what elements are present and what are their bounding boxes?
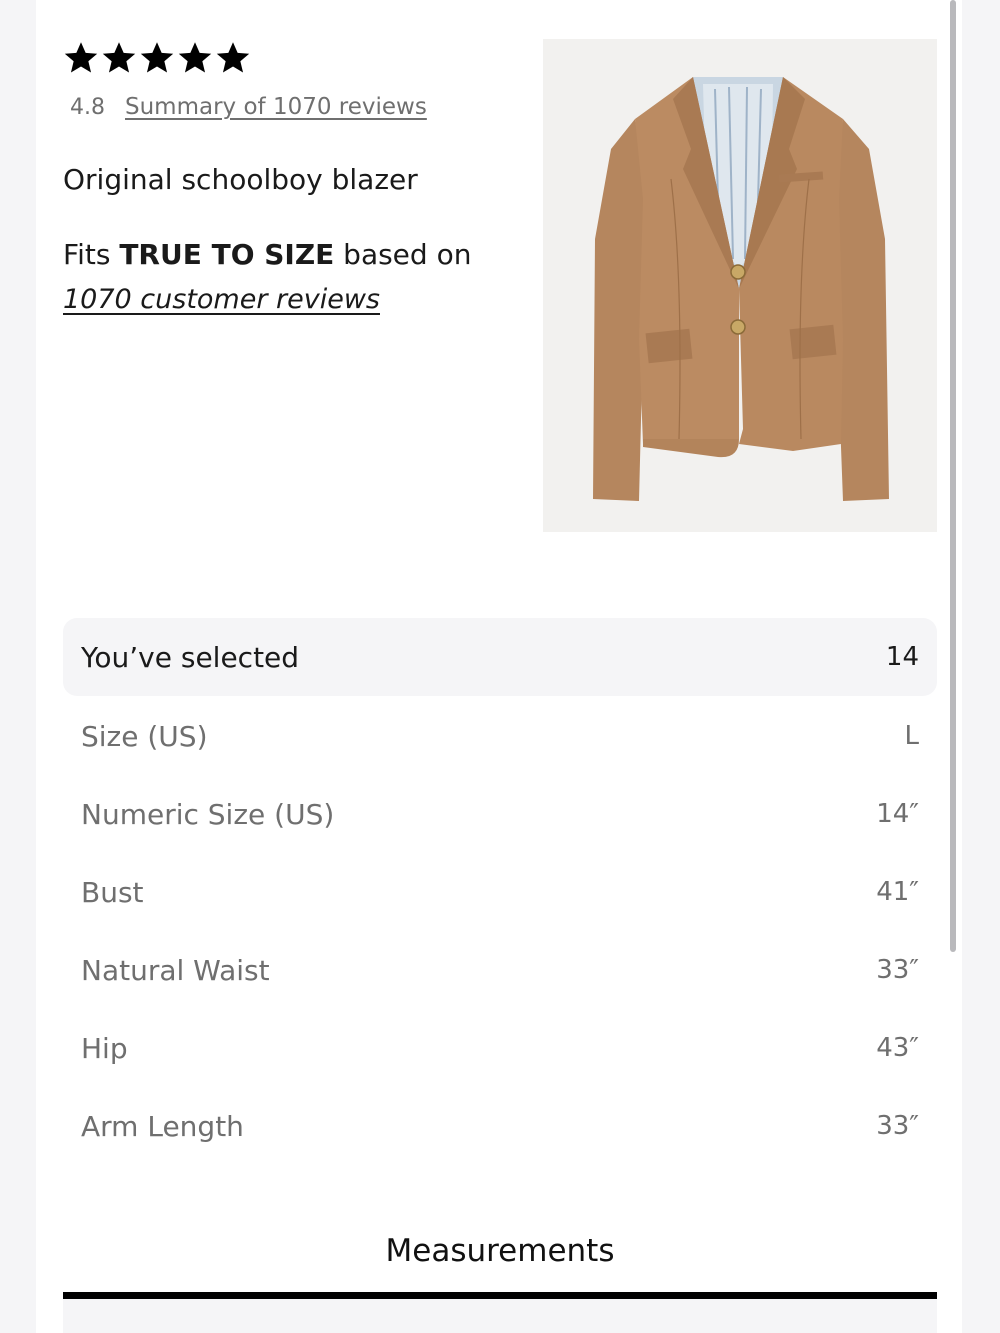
product-name: Original schoolboy blazer — [63, 163, 418, 196]
reviews-summary-link[interactable]: Summary of 1070 reviews — [125, 94, 427, 120]
selected-size-value: 14 — [885, 642, 919, 672]
size-chart-value: 33″ — [876, 955, 919, 985]
size-chart-value: 43″ — [876, 1033, 919, 1063]
fit-prefix: Fits — [63, 238, 120, 271]
size-chart-label: Arm Length — [81, 1109, 244, 1143]
rating-value: 4.8 — [70, 95, 105, 120]
star-icon — [140, 42, 174, 73]
star-rating — [63, 40, 251, 76]
size-chart-row: Numeric Size (US) 14″ — [63, 784, 937, 844]
size-chart-row: Bust 41″ — [63, 862, 937, 922]
fit-suffix: based on — [334, 238, 472, 271]
star-icon — [216, 42, 250, 73]
fit-summary: Fits TRUE TO SIZE based on — [63, 238, 471, 271]
customer-reviews-link[interactable]: 1070 customer reviews — [63, 284, 380, 315]
size-chart-value: 14″ — [876, 799, 919, 829]
fit-emphasis: TRUE TO SIZE — [119, 238, 335, 271]
size-chart-row: Size (US) L — [63, 706, 937, 766]
size-chart-value: 41″ — [876, 877, 919, 907]
scrollbar[interactable] — [950, 0, 956, 1333]
selected-size-row: You’ve selected 14 — [63, 618, 937, 696]
scrollbar-thumb[interactable] — [950, 0, 956, 952]
size-chart-label: Numeric Size (US) — [81, 797, 335, 831]
tab-measurements[interactable]: Measurements — [63, 1233, 937, 1269]
size-chart-value: L — [904, 721, 920, 751]
size-chart-label: Hip — [81, 1031, 128, 1065]
size-chart-label: Natural Waist — [81, 953, 270, 987]
size-chart-label: Size (US) — [81, 719, 208, 753]
size-chart-row: Hip 43″ — [63, 1018, 937, 1078]
tab-content-top — [63, 1299, 937, 1333]
star-icon — [102, 42, 136, 73]
active-tab-indicator — [63, 1292, 937, 1299]
blazer-image — [593, 77, 889, 501]
size-chart-row: Natural Waist 33″ — [63, 940, 937, 1000]
size-chart-label: Bust — [81, 875, 144, 909]
size-chart-row: Arm Length 33″ — [63, 1096, 937, 1156]
star-icon — [64, 42, 98, 73]
rating-summary: 4.8 Summary of 1070 reviews — [70, 94, 427, 120]
size-chart-value: 33″ — [876, 1111, 919, 1141]
star-icon — [178, 42, 212, 73]
selected-size-label: You’ve selected — [81, 640, 300, 674]
product-image — [543, 39, 937, 532]
